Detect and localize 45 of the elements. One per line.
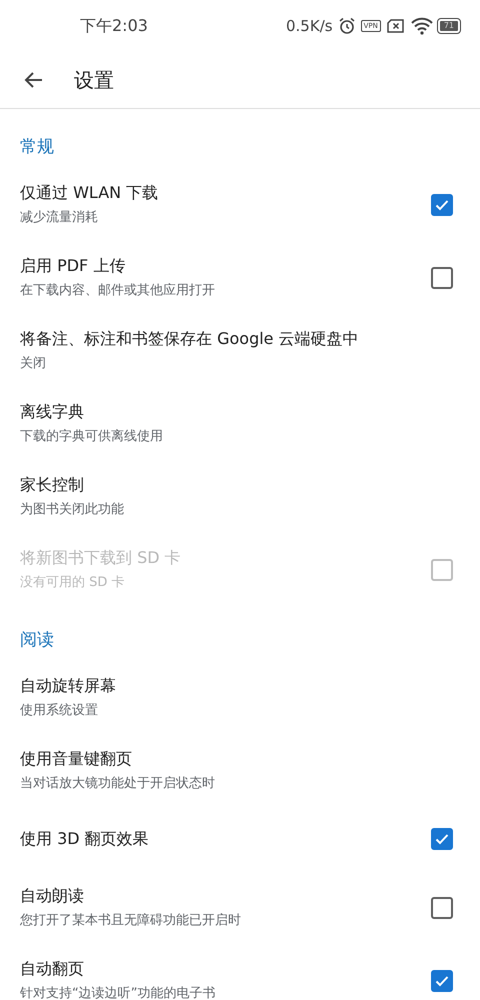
setting-title: 使用音量键翻页 [20,749,133,770]
settings-item[interactable]: 使用音量键翻页 当对话放大镜功能处于开启状态时 [0,734,480,807]
status-time: 下午2:03 [80,16,148,36]
settings-item[interactable]: 自动朗读 您打开了某本书且无障碍功能已开启时 [0,871,480,944]
settings-item[interactable]: 自动翻页 针对支持“边读边听”功能的电子书 [0,944,480,1000]
setting-subtitle: 在下载内容、邮件或其他应用打开 [20,282,215,299]
checkbox[interactable] [431,970,453,992]
checkbox[interactable] [431,194,453,216]
wifi-icon [410,17,433,35]
setting-subtitle: 关闭 [20,355,47,372]
setting-title: 将新图书下载到 SD 卡 [20,548,181,569]
checkbox[interactable] [431,266,453,288]
network-speed: 0.5K/s [286,17,333,35]
setting-subtitle: 没有可用的 SD 卡 [20,574,126,591]
battery-indicator: 71 [438,19,460,33]
setting-subtitle: 当对话放大镜功能处于开启状态时 [20,775,215,792]
settings-item[interactable]: 家长控制 为图书关闭此功能 [0,460,480,533]
settings-item[interactable]: 自动旋转屏幕 使用系统设置 [0,661,480,734]
page-title: 设置 [74,66,114,94]
settings-item[interactable]: 启用 PDF 上传 在下载内容、邮件或其他应用打开 [0,241,480,314]
checkbox[interactable] [431,896,453,918]
setting-title: 启用 PDF 上传 [20,256,126,277]
setting-subtitle: 您打开了某本书且无障碍功能已开启时 [20,912,241,929]
checkbox[interactable] [431,828,453,850]
no-sim-icon [386,18,406,34]
setting-title: 自动翻页 [20,959,85,980]
alarm-icon [338,17,356,35]
setting-subtitle: 减少流量消耗 [20,209,99,226]
setting-title: 自动朗读 [20,886,85,907]
setting-subtitle: 为图书关闭此功能 [20,501,124,518]
settings-item[interactable]: 仅通过 WLAN 下载 减少流量消耗 [0,168,480,241]
setting-title: 将备注、标注和书签保存在 Google 云端硬盘中 [20,329,359,350]
setting-title: 家长控制 [20,475,85,496]
section-header: 常规 [19,136,55,159]
setting-title: 自动旋转屏幕 [20,676,116,697]
settings-item[interactable]: 使用 3D 翻页效果 [0,807,480,871]
setting-title: 仅通过 WLAN 下载 [20,183,158,204]
setting-subtitle: 针对支持“边读边听”功能的电子书 [20,985,216,1000]
section-header: 阅读 [19,629,55,652]
setting-subtitle: 使用系统设置 [20,702,99,719]
settings-item[interactable]: 离线字典 下载的字典可供离线使用 [0,387,480,460]
setting-subtitle: 下载的字典可供离线使用 [20,428,163,445]
setting-title: 离线字典 [20,402,85,423]
setting-title: 使用 3D 翻页效果 [20,828,149,850]
settings-item[interactable]: 将备注、标注和书签保存在 Google 云端硬盘中 关闭 [0,314,480,387]
